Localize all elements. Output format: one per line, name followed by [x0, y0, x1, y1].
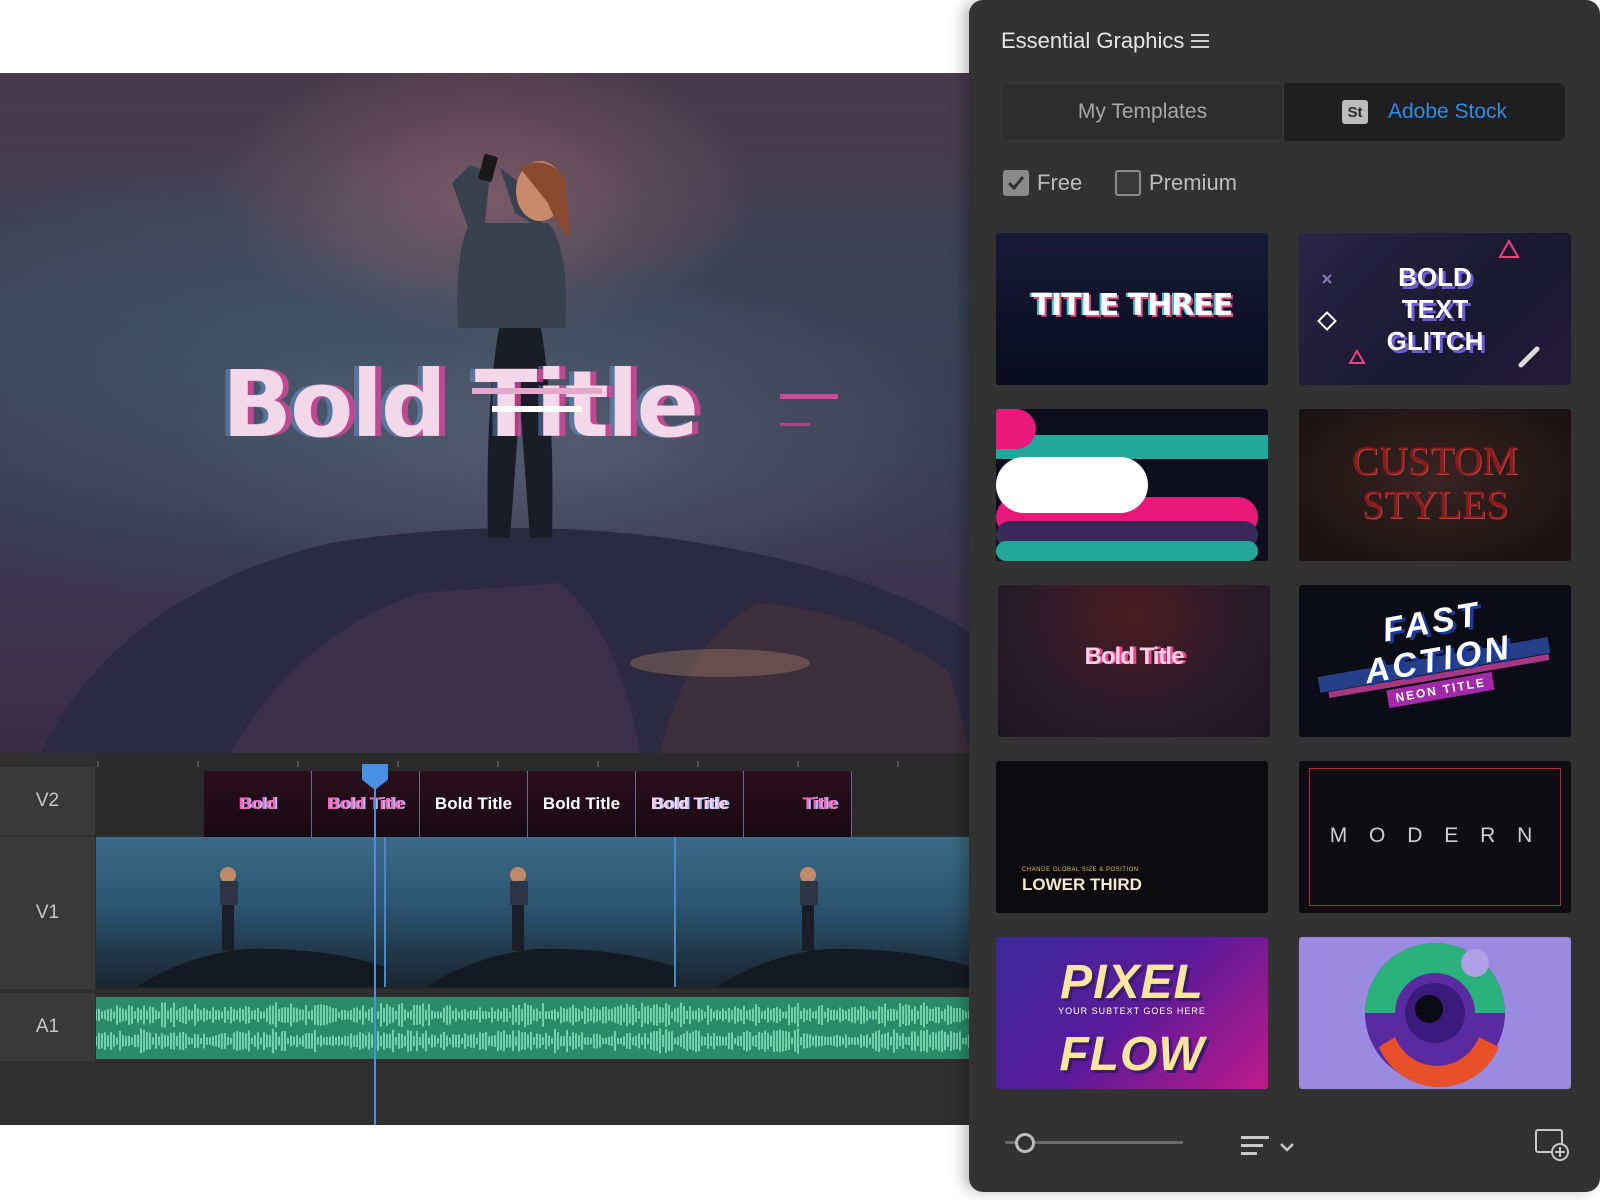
title-line: CUSTOM [1352, 438, 1518, 483]
template-shapes-transition[interactable] [996, 409, 1268, 561]
clip-label: Bold Title [542, 794, 621, 813]
tab-my-templates[interactable]: My Templates [1001, 83, 1284, 141]
phone [478, 154, 498, 182]
clip-label: Bold [238, 794, 277, 813]
title-line: TEXT [1401, 294, 1469, 324]
title-clip[interactable]: Bold Title [636, 771, 744, 837]
template-title: Bold Title [1084, 643, 1185, 670]
template-subtitle: YOUR SUBTEXT GOES HERE [1058, 1006, 1206, 1016]
title-clip[interactable]: Bold [204, 771, 312, 837]
preview-title-text: Bold Title [222, 351, 699, 458]
transition-shapes [996, 409, 1268, 561]
track-a1[interactable] [95, 997, 970, 1059]
template-modern[interactable]: M O D E R N [1299, 761, 1571, 913]
slider-thumb[interactable] [1015, 1133, 1035, 1153]
clip-thumbnail [716, 867, 972, 987]
template-lower-third[interactable]: CHANGE GLOBAL SIZE & POSITION LOWER THIR… [996, 761, 1268, 913]
filter-label: Free [1037, 170, 1083, 195]
template-custom-styles[interactable]: CUSTOM STYLES [1299, 409, 1571, 561]
tab-label: Adobe Stock [1387, 100, 1508, 123]
clip-thumbnail [136, 867, 384, 987]
playhead-line[interactable] [374, 773, 376, 1125]
glitch-bar [780, 394, 838, 399]
title-clip[interactable]: Title [744, 771, 852, 837]
template-title: CUSTOM STYLES [1299, 439, 1571, 527]
track-header-a1[interactable]: A1 [0, 993, 96, 1061]
checkbox-premium[interactable] [1115, 170, 1141, 196]
template-title: M O D E R N [1329, 824, 1541, 847]
essential-graphics-panel: Essential Graphics My Templates St Adobe… [969, 0, 1600, 1192]
track-header-v2[interactable]: V2 [0, 767, 96, 835]
checkbox-free[interactable] [1003, 170, 1029, 196]
timeline-panel: V2 Bold Bold Title Bold Title Bold Title… [0, 753, 972, 1125]
track-header-v1[interactable]: V1 [0, 837, 96, 989]
template-fast-action[interactable]: FAST ACTION NEON TITLE [1299, 585, 1571, 737]
new-item-icon[interactable] [1534, 1126, 1570, 1162]
car-reflection [630, 649, 810, 677]
checkmark-icon [1007, 176, 1025, 191]
track-v1[interactable] [96, 837, 972, 989]
glitch-bar [492, 406, 582, 412]
program-monitor: Bold Title [0, 73, 970, 753]
video-clip[interactable] [676, 837, 972, 987]
source-tabs: My Templates St Adobe Stock [1001, 83, 1565, 141]
hamburger-menu-icon[interactable] [1191, 32, 1211, 50]
panel-title: Essential Graphics [1001, 28, 1185, 53]
clip-label: Bold Title [650, 794, 729, 813]
clip-label: Title [802, 794, 837, 813]
app-window: Bold Title V2 Bold Bold Title Bold Title… [0, 0, 1600, 1200]
track-v2[interactable]: Bold Bold Title Bold Title Bold Title Bo… [96, 767, 970, 837]
title-line: STYLES [1361, 482, 1509, 527]
thumbnail-size-slider[interactable] [1005, 1128, 1183, 1158]
template-title: BOLD TEXT GLITCH [1299, 261, 1571, 357]
filter-premium[interactable]: Premium [1115, 170, 1237, 196]
audio-waveform [95, 1002, 970, 1054]
template-abstract-swirl[interactable] [1299, 937, 1571, 1089]
sort-lines-icon[interactable] [1241, 1130, 1301, 1164]
swirl-shapes [1365, 943, 1505, 1087]
template-bold-title-glitch[interactable]: Bold Title [998, 585, 1270, 737]
video-clip[interactable] [386, 837, 676, 987]
filter-free[interactable]: Free [1003, 170, 1082, 196]
track-label: V1 [35, 902, 60, 923]
title-line: FLOW [1059, 1028, 1205, 1081]
template-title: LOWER THIRD [1022, 875, 1142, 894]
template-bold-text-glitch[interactable]: BOLD TEXT GLITCH [1299, 233, 1571, 385]
tab-adobe-stock[interactable]: St Adobe Stock [1284, 83, 1565, 141]
title-clip[interactable]: Bold Title [528, 771, 636, 837]
glitch-bar [472, 388, 602, 394]
template-caption: CHANGE GLOBAL SIZE & POSITION [1022, 867, 1139, 873]
clip-label: Bold Title [434, 794, 513, 813]
template-title: PIXEL FLOW [996, 947, 1268, 1089]
title-clip[interactable]: Bold Title [420, 771, 528, 837]
clip-label: Bold Title [326, 794, 405, 813]
adobe-stock-icon: St [1341, 100, 1368, 124]
person-jacket [457, 223, 566, 328]
title-line: BOLD [1398, 262, 1472, 292]
template-pixel-flow[interactable]: PIXEL FLOW YOUR SUBTEXT GOES HERE [996, 937, 1268, 1089]
tab-label: My Templates [1077, 100, 1208, 123]
title-line: GLITCH [1386, 326, 1484, 356]
video-clip[interactable] [96, 837, 386, 987]
template-title: TITLE THREE [1031, 288, 1234, 323]
clip-thumbnail [426, 867, 674, 987]
filter-label: Premium [1149, 170, 1238, 195]
glitch-bar [780, 423, 810, 426]
track-label: V2 [35, 790, 60, 811]
template-title-three[interactable]: TITLE THREE [996, 233, 1268, 385]
track-label: A1 [35, 1016, 60, 1037]
